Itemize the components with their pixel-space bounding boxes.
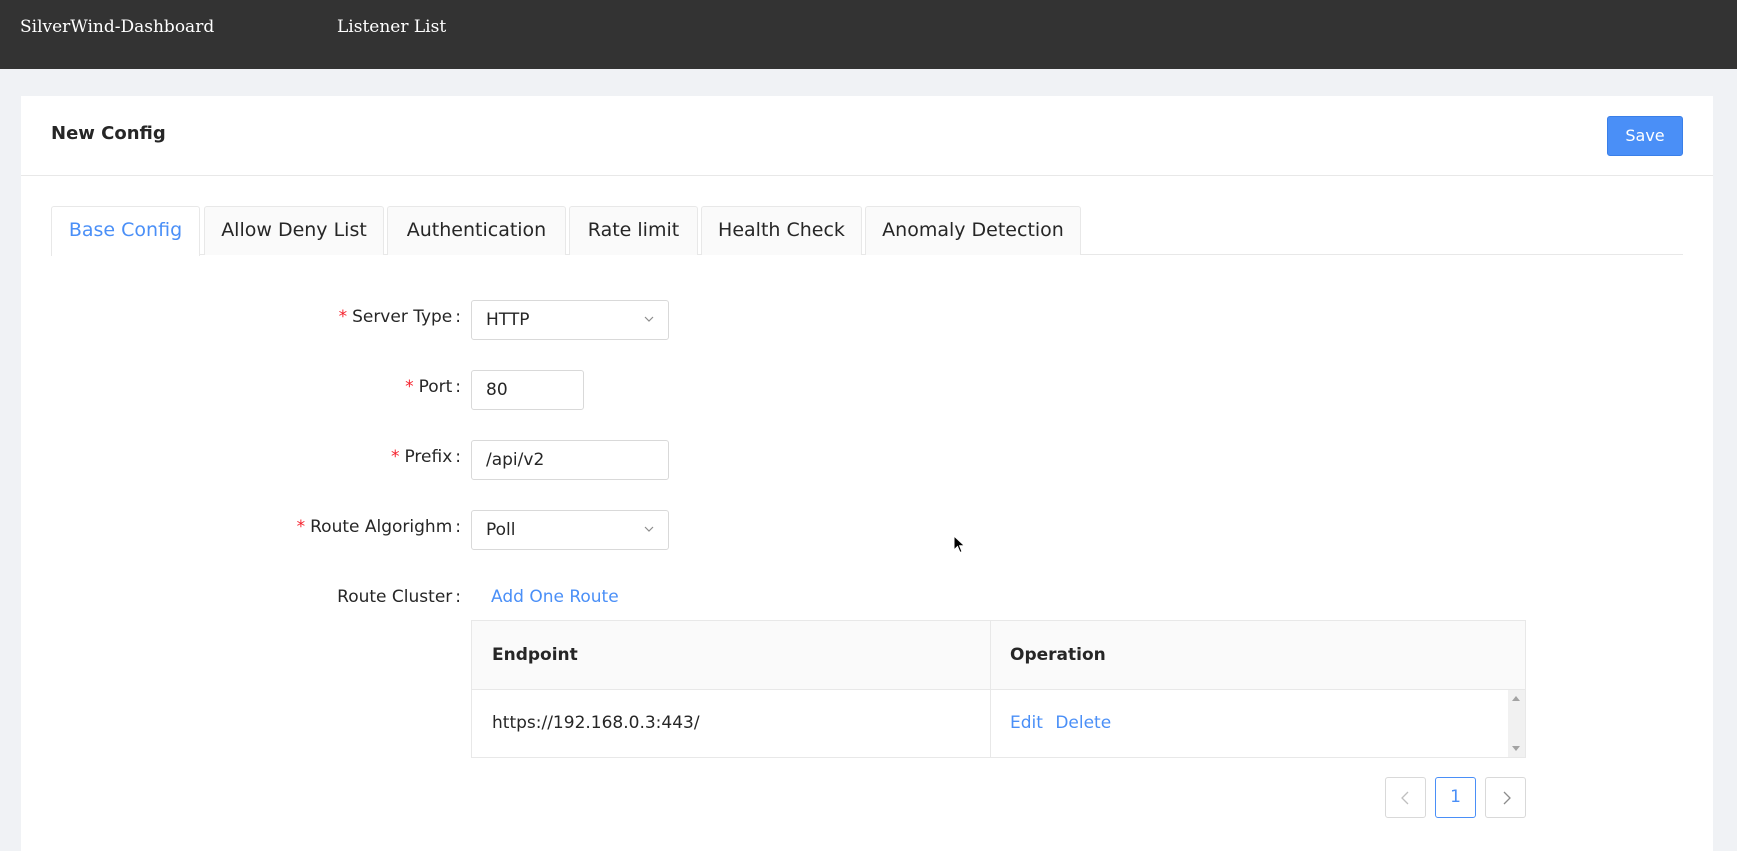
endpoint-cell: https://192.168.0.3:443/	[492, 713, 700, 733]
top-navbar: SilverWind-Dashboard Listener List	[0, 0, 1737, 69]
tab-rate-limit[interactable]: Rate limit	[569, 206, 698, 255]
card-header: New Config Save	[21, 96, 1713, 176]
delete-link[interactable]: Delete	[1055, 713, 1111, 733]
chevron-down-icon	[644, 316, 654, 322]
table-header: Endpoint Operation	[472, 621, 1525, 690]
route-algorithm-select[interactable]: Poll	[471, 510, 669, 550]
route-algorithm-label: * Route Algorighm:	[296, 517, 461, 537]
column-operation: Operation	[1010, 645, 1106, 665]
server-type-label: * Server Type:	[338, 307, 461, 327]
tab-allow-deny-list[interactable]: Allow Deny List	[204, 206, 384, 255]
config-tabs: Base Config Allow Deny List Authenticati…	[51, 206, 1683, 256]
required-mark: *	[296, 517, 306, 537]
edit-link[interactable]: Edit	[1010, 713, 1043, 733]
prefix-input[interactable]: /api/v2	[471, 440, 669, 480]
pagination-prev-button[interactable]	[1385, 777, 1426, 818]
pagination-next-button[interactable]	[1485, 777, 1526, 818]
chevron-right-icon	[1503, 791, 1511, 805]
required-mark: *	[338, 307, 348, 327]
tab-health-check[interactable]: Health Check	[701, 206, 862, 255]
required-mark: *	[405, 377, 414, 397]
route-algorithm-value: Poll	[486, 520, 516, 540]
scroll-up-icon[interactable]	[1512, 696, 1520, 701]
required-mark: *	[390, 447, 400, 467]
mouse-cursor-icon	[953, 535, 966, 554]
add-route-link[interactable]: Add One Route	[491, 587, 619, 607]
route-table: Endpoint Operation https://192.168.0.3:4…	[471, 620, 1526, 758]
port-input[interactable]: 80	[471, 370, 584, 410]
operation-cell: Edit Delete	[990, 690, 1111, 757]
save-button[interactable]: Save	[1607, 116, 1683, 156]
prefix-label: * Prefix:	[390, 447, 461, 467]
port-label: * Port:	[405, 377, 461, 397]
pagination-page-1[interactable]: 1	[1435, 777, 1476, 818]
scroll-down-icon[interactable]	[1512, 746, 1520, 751]
tab-anomaly-detection[interactable]: Anomaly Detection	[865, 206, 1081, 255]
column-endpoint: Endpoint	[492, 645, 578, 665]
chevron-down-icon	[644, 526, 654, 532]
server-type-value: HTTP	[486, 310, 530, 330]
chevron-left-icon	[1400, 791, 1408, 805]
route-cluster-label: Route Cluster:	[337, 587, 461, 607]
server-type-select[interactable]: HTTP	[471, 300, 669, 340]
page-title: New Config	[51, 123, 166, 144]
tab-base-config[interactable]: Base Config	[51, 206, 200, 256]
brand-title[interactable]: SilverWind-Dashboard	[20, 17, 214, 37]
table-scrollbar[interactable]	[1508, 690, 1525, 757]
nav-listener-list[interactable]: Listener List	[337, 17, 446, 37]
tab-authentication[interactable]: Authentication	[387, 206, 566, 255]
